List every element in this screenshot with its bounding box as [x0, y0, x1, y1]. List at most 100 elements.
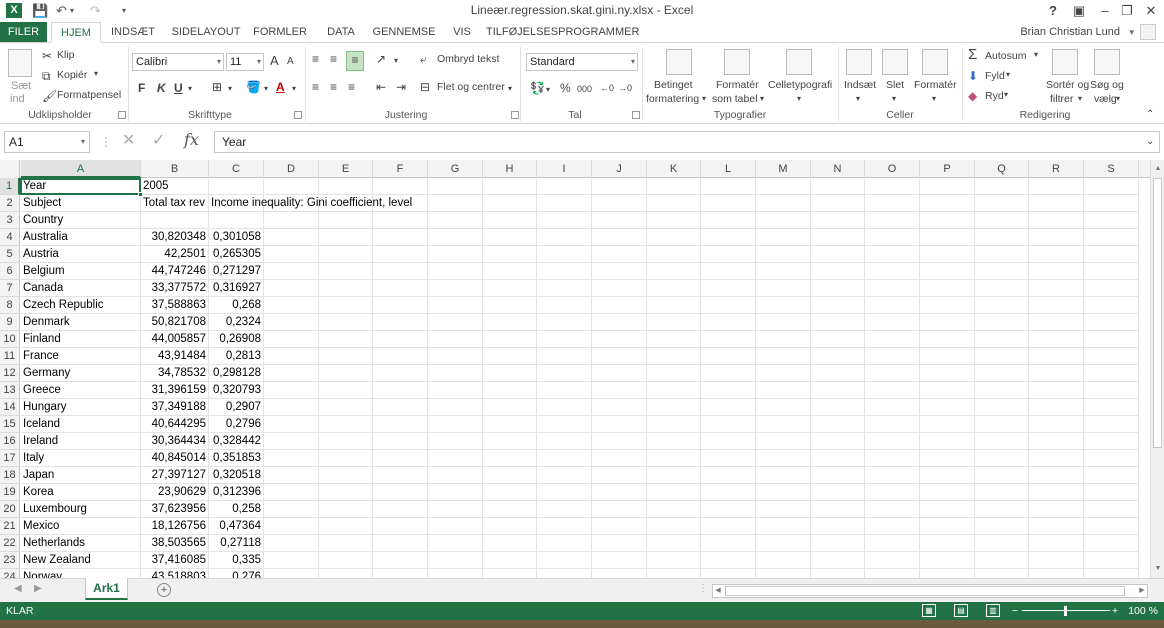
grid-cell[interactable] [483, 229, 537, 246]
grid-cell[interactable] [975, 518, 1029, 535]
autosum-button[interactable]: Autosum [985, 50, 1026, 62]
grid-cell[interactable] [756, 569, 811, 578]
grid-cell[interactable] [264, 382, 319, 399]
number-format-combo[interactable]: Standard ▾ [526, 53, 638, 71]
grid-cell[interactable] [428, 501, 483, 518]
grid-cell[interactable] [975, 433, 1029, 450]
font-size-dropdown-icon[interactable]: ▾ [257, 54, 261, 70]
column-header-s[interactable]: S [1084, 160, 1139, 178]
grid-cell[interactable] [1029, 433, 1084, 450]
grid-cell[interactable] [756, 263, 811, 280]
grid-cell[interactable] [811, 280, 865, 297]
shrink-font-button[interactable]: A [287, 54, 294, 70]
grid-cell[interactable] [811, 518, 865, 535]
copy-button[interactable]: Kopiér [57, 69, 87, 81]
cell-b[interactable]: 27,397127 [141, 467, 209, 484]
grid-cell[interactable] [975, 501, 1029, 518]
expand-formula-bar-icon[interactable]: ⌄ [1146, 134, 1154, 150]
grid-cell[interactable] [975, 467, 1029, 484]
cell-a[interactable]: Australia [21, 229, 141, 246]
grid-cell[interactable] [920, 416, 975, 433]
conditional-formatting-label-top[interactable]: Betinget [654, 79, 693, 91]
grid-cell[interactable] [647, 246, 701, 263]
normal-view-icon[interactable]: ▦ [922, 604, 936, 617]
grid-cell[interactable] [319, 416, 373, 433]
cell-b[interactable]: 43,91484 [141, 348, 209, 365]
cell-b[interactable]: Total tax rev [141, 195, 209, 212]
grid-cell[interactable] [428, 416, 483, 433]
grid-cell[interactable] [701, 348, 756, 365]
cell-a[interactable]: Greece [21, 382, 141, 399]
merge-center-button[interactable]: Flet og centrer [437, 81, 505, 93]
grid-cell[interactable] [319, 246, 373, 263]
grid-cell[interactable] [920, 280, 975, 297]
grid-cell[interactable] [1029, 501, 1084, 518]
grid-cell[interactable] [483, 212, 537, 229]
grid-cell[interactable] [537, 195, 592, 212]
grid-cell[interactable] [647, 280, 701, 297]
grid-cell[interactable] [1084, 501, 1139, 518]
column-header-m[interactable]: M [756, 160, 811, 178]
grid-cell[interactable] [756, 246, 811, 263]
column-header-e[interactable]: E [319, 160, 373, 178]
cell-c[interactable]: 0,2796 [209, 416, 264, 433]
grid-cell[interactable] [592, 229, 647, 246]
cell-b[interactable]: 30,364434 [141, 433, 209, 450]
ribbon-display-icon[interactable]: ▣ [1066, 1, 1092, 21]
grid-cell[interactable] [264, 569, 319, 578]
cell-c[interactable]: 0,258 [209, 501, 264, 518]
cell-b[interactable]: 30,820348 [141, 229, 209, 246]
grid-cell[interactable] [264, 518, 319, 535]
grid-cell[interactable] [592, 365, 647, 382]
grid-cell[interactable] [1084, 518, 1139, 535]
grid-cell[interactable] [811, 263, 865, 280]
cell-a[interactable]: Belgium [21, 263, 141, 280]
grid-cell[interactable] [865, 399, 920, 416]
grid-cell[interactable] [537, 535, 592, 552]
grid-cell[interactable] [373, 331, 428, 348]
paste-icon[interactable] [8, 49, 32, 77]
grid-cell[interactable] [811, 552, 865, 569]
grid-cell[interactable] [373, 280, 428, 297]
number-launcher-icon[interactable] [632, 111, 640, 119]
grid-cell[interactable] [920, 450, 975, 467]
sort-filter-label-bottom[interactable]: filtrer [1050, 93, 1073, 105]
grid-cell[interactable] [701, 314, 756, 331]
grid-cell[interactable] [701, 416, 756, 433]
grid-cell[interactable] [592, 382, 647, 399]
formula-input[interactable]: Year [214, 131, 1160, 153]
grid-cell[interactable] [1084, 229, 1139, 246]
grid-cell[interactable] [701, 399, 756, 416]
grid-cell[interactable] [428, 178, 483, 195]
insert-cells-icon[interactable] [846, 49, 872, 75]
grid-cell[interactable] [264, 450, 319, 467]
row-header[interactable]: 17 [0, 450, 20, 467]
grid-cell[interactable] [1084, 399, 1139, 416]
grid-cell[interactable] [373, 484, 428, 501]
grid-cell[interactable] [264, 501, 319, 518]
conditional-formatting-dropdown-icon[interactable]: ▾ [702, 94, 706, 103]
grid-cell[interactable] [1084, 382, 1139, 399]
font-name-dropdown-icon[interactable]: ▾ [217, 54, 221, 70]
row-header[interactable]: 21 [0, 518, 20, 535]
grid-cell[interactable] [920, 484, 975, 501]
grid-cell[interactable] [1029, 535, 1084, 552]
grid-cell[interactable] [264, 212, 319, 229]
grid-cell[interactable] [811, 365, 865, 382]
cell-a[interactable]: Hungary [21, 399, 141, 416]
column-header-h[interactable]: H [483, 160, 537, 178]
grid-cell[interactable] [975, 297, 1029, 314]
grid-cell[interactable] [920, 518, 975, 535]
grid-cell[interactable] [483, 331, 537, 348]
column-header-o[interactable]: O [865, 160, 920, 178]
grid-cell[interactable] [319, 467, 373, 484]
grid-cell[interactable] [264, 246, 319, 263]
grid-cell[interactable] [701, 382, 756, 399]
grid-cell[interactable] [592, 416, 647, 433]
column-header-g[interactable]: G [428, 160, 483, 178]
zoom-out-button[interactable]: − [1012, 602, 1018, 620]
conditional-formatting-label-bottom[interactable]: formatering [646, 93, 699, 105]
grid-cell[interactable] [592, 552, 647, 569]
font-size-combo[interactable]: 11 ▾ [226, 53, 264, 71]
cell-b[interactable]: 42,2501 [141, 246, 209, 263]
